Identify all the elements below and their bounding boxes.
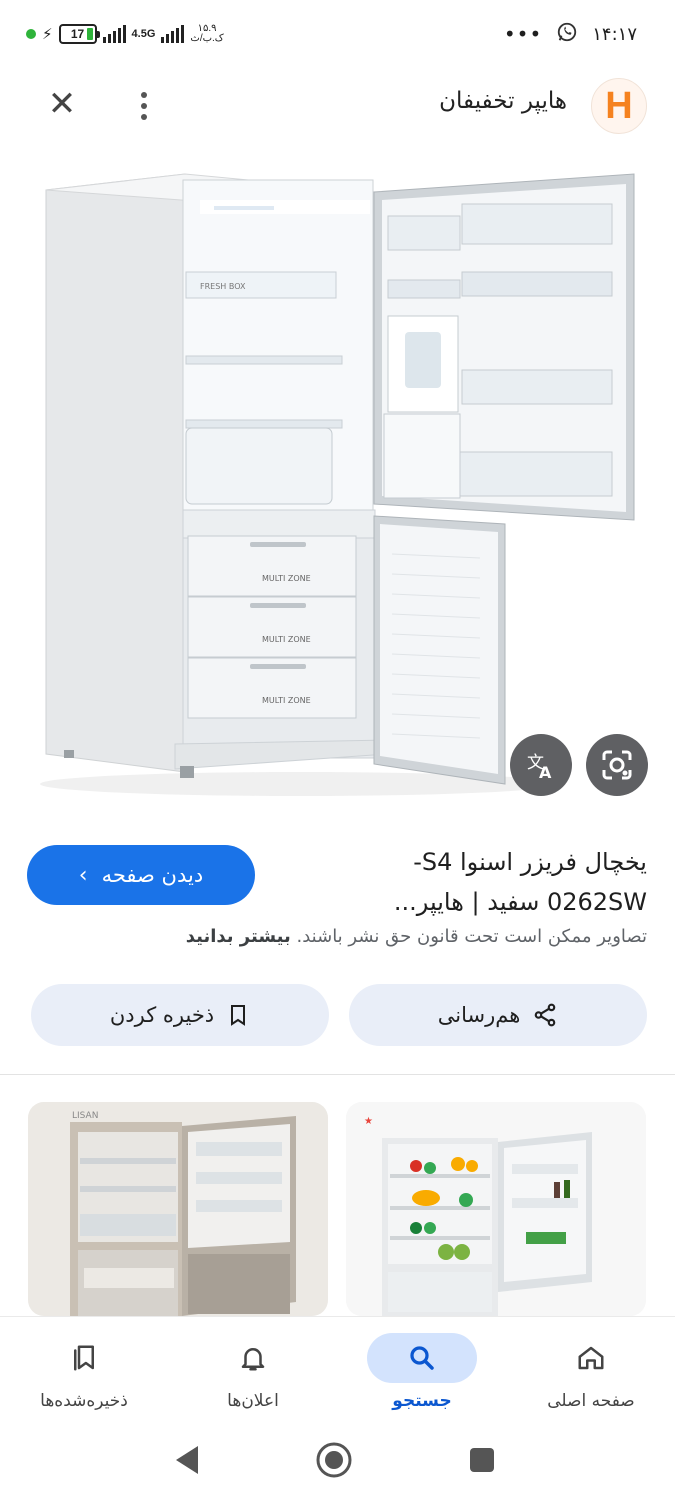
top-app-bar: ✕ هایپر تخفیفان H [0, 66, 675, 144]
network-type: 4.5G [131, 27, 156, 40]
status-bar: ⚡ 17 4.5G ۱۵.۹ ک.ب/ث ••• ۱۴:۱۷ [0, 0, 675, 66]
more-status-icon: ••• [503, 22, 543, 46]
site-name: هایپر تخفیفان [439, 88, 567, 114]
signal-icon [102, 25, 126, 43]
result-title[interactable]: یخچال فریزر اسنوا S4- 0262SW سفید | هایپ… [347, 842, 647, 922]
bookmark-icon [231, 1005, 246, 1026]
visit-page-label: دیدن صفحه [101, 863, 204, 887]
chevron-left-icon: ‹ [78, 862, 88, 888]
search-icon [367, 1333, 477, 1383]
nav-home[interactable]: صفحه اصلی [507, 1323, 675, 1423]
svg-text:LISAN: LISAN [72, 1111, 98, 1121]
home-icon [536, 1333, 646, 1383]
nav-notifications-label: اعلان‌ها [227, 1391, 279, 1411]
bookmarks-icon [29, 1333, 139, 1383]
charging-icon: ⚡ [42, 25, 53, 43]
status-right-group: ••• ۱۴:۱۷ [504, 20, 637, 48]
site-logo: H [591, 78, 647, 134]
share-icon [534, 1003, 556, 1027]
svg-text:A: A [539, 763, 552, 782]
nav-notifications[interactable]: اعلان‌ها [169, 1323, 337, 1423]
visit-page-button[interactable]: ‹ دیدن صفحه [27, 845, 255, 905]
translate-icon: 文 A [527, 753, 552, 782]
system-navigation-bar [0, 1428, 675, 1500]
section-divider [0, 1074, 675, 1075]
share-label: هم‌رسانی [437, 1003, 521, 1027]
result-title-line2: 0262SW سفید | هایپر... [393, 888, 647, 916]
drawer-label-1: MULTI ZONE [262, 574, 311, 583]
bell-icon [198, 1333, 308, 1383]
clock: ۱۴:۱۷ [592, 23, 637, 45]
drawer-label-2: MULTI ZONE [262, 635, 311, 644]
nav-search-label: جستجو [392, 1391, 452, 1411]
save-label: ذخیره کردن [109, 1003, 215, 1027]
nav-home-label: صفحه اصلی [547, 1391, 635, 1411]
lens-icon [602, 750, 632, 780]
notification-dot-icon [26, 29, 36, 39]
copyright-notice: تصاویر ممکن است تحت قانون حق نشر باشند. … [27, 926, 647, 947]
copyright-text: تصاویر ممکن است تحت قانون حق نشر باشند. [296, 926, 647, 947]
learn-more-link[interactable]: بیشتر بدانید [186, 926, 291, 947]
home-circle-icon[interactable] [316, 1442, 352, 1478]
translate-button[interactable]: 文 A [510, 734, 572, 796]
close-button[interactable]: ✕ [40, 84, 84, 128]
battery-level: 17 [70, 27, 85, 41]
battery-icon: 17 [58, 24, 100, 44]
status-left-group: ⚡ 17 4.5G ۱۵.۹ ک.ب/ث [26, 20, 224, 48]
main-product-image[interactable]: FRESH BOX MULTI ZONE MULTI ZONE MULTI ZO… [0, 144, 675, 820]
lens-button[interactable] [586, 734, 648, 796]
result-title-line1: یخچال فریزر اسنوا S4- [413, 848, 647, 876]
whatsapp-icon [556, 21, 578, 48]
svg-text:★: ★ [364, 1116, 373, 1127]
nav-saved-label: ذخیره‌شده‌ها [40, 1391, 128, 1411]
nav-search[interactable]: جستجو [338, 1323, 506, 1423]
back-icon[interactable] [176, 1446, 198, 1474]
related-image-2[interactable]: ★ [346, 1102, 646, 1316]
speed-unit: ک.ب/ث [190, 33, 224, 44]
bottom-navigation: صفحه اصلی جستجو اعلان‌ها ذخیره‌شده‌ها [0, 1316, 675, 1428]
related-image-1[interactable]: LISAN [28, 1102, 328, 1316]
recents-icon[interactable] [470, 1448, 494, 1472]
share-button[interactable]: هم‌رسانی [349, 984, 647, 1046]
signal-icon-2 [161, 25, 185, 43]
drawer-label-3: MULTI ZONE [262, 696, 311, 705]
save-button[interactable]: ذخیره کردن [31, 984, 329, 1046]
nav-saved[interactable]: ذخیره‌شده‌ها [0, 1323, 168, 1423]
fresh-box-label: FRESH BOX [200, 282, 246, 291]
more-options-button[interactable] [128, 84, 160, 128]
